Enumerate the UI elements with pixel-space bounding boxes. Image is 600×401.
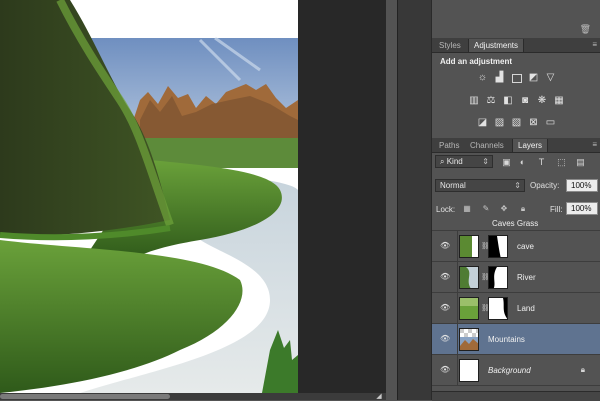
levels-icon[interactable]: ▟ [493, 72, 507, 84]
filter-pixel-icon[interactable]: ▣ [501, 157, 512, 168]
collapsed-panel-strip: 🗑 [432, 0, 600, 39]
filter-shape-icon[interactable]: ⬚ [556, 157, 567, 168]
vibrance-icon[interactable]: ▽ [544, 72, 558, 84]
scroll-arrow-icon[interactable]: ◢ [374, 393, 384, 400]
tab-adjustments[interactable]: Adjustments [468, 39, 525, 52]
gradient-map-icon[interactable]: ▭ [544, 117, 558, 129]
layer-name-river: River [517, 273, 536, 282]
blend-mode-select[interactable]: Normal ⇕ [435, 179, 525, 192]
layer-row-background[interactable]: 👁︎ Background 🔒︎ [432, 355, 600, 386]
filter-kind-select[interactable]: ⌕ Kind ⇕ [435, 155, 493, 168]
eye-icon[interactable]: 👁︎ [440, 365, 450, 375]
panel-dock-gap [397, 0, 431, 400]
layer-name-land: Land [517, 304, 535, 313]
layer-row-cave[interactable]: 👁︎ ⛓ cave [432, 231, 600, 262]
eye-icon[interactable]: 👁︎ [440, 272, 450, 282]
eye-column-divider [457, 293, 458, 324]
land-mask-thumbnail[interactable] [488, 297, 508, 320]
posterize-icon[interactable]: ▨ [493, 117, 507, 129]
curves-icon[interactable] [510, 72, 524, 84]
opacity-input[interactable]: 100% [566, 179, 598, 192]
adjustments-row-3: ◪ ▨ ▧ ⊠ ▭ [432, 117, 600, 129]
blend-mode-value: Normal [440, 181, 466, 190]
layer-name-background: Background [488, 366, 531, 375]
panel-menu-icon[interactable]: ≡ [589, 41, 597, 49]
cave-mask-graphic [489, 236, 507, 257]
lock-icon[interactable]: 🔒︎ [581, 365, 585, 375]
filter-smart-object-icon[interactable]: ▤ [575, 157, 586, 168]
threshold-icon[interactable]: ▧ [510, 117, 524, 129]
adjustments-row-1: ☼ ▟ ◩ ▽ [432, 72, 600, 84]
eye-column-divider [457, 355, 458, 386]
canvas-area[interactable]: ◢ [0, 0, 386, 400]
filter-kind-value: Kind [446, 157, 463, 166]
trash-icon[interactable]: 🗑 [580, 24, 591, 35]
eye-column-divider [457, 231, 458, 262]
cave-thumb-graphic [460, 236, 478, 257]
layer-name-mountains: Mountains [488, 335, 525, 344]
horizontal-scroll-thumb[interactable] [0, 394, 170, 399]
adjustments-row-2: ▥ ⚖ ◧ ◙ ❋ ▦ [432, 95, 600, 107]
tab-styles[interactable]: Styles [434, 39, 466, 52]
layers-tabbar: Paths Channels Layers ≡ [432, 138, 600, 153]
black-white-icon[interactable]: ◧ [501, 95, 515, 107]
tab-layers[interactable]: Layers [512, 139, 549, 152]
adjustments-tabbar: Styles Adjustments ≡ [432, 38, 600, 53]
panels-column: 🗑 Styles Adjustments ≡ Add an adjustment… [431, 0, 600, 401]
tab-paths[interactable]: Paths [434, 139, 464, 152]
filter-adjustment-icon[interactable]: ◐ [517, 157, 528, 168]
layers-menu-icon[interactable]: ≡ [589, 141, 597, 149]
land-mask-graphic [489, 298, 507, 319]
brightness-contrast-icon[interactable]: ☼ [476, 72, 490, 84]
background-thumbnail[interactable] [459, 359, 479, 382]
fill-label: Fill: [550, 205, 563, 214]
layer-row-land[interactable]: 👁︎ ⛓ Land [432, 293, 600, 324]
eye-icon[interactable]: 👁︎ [440, 334, 450, 344]
layer-row-river[interactable]: 👁︎ ⛓ River [432, 262, 600, 293]
color-balance-icon[interactable]: ⚖ [484, 95, 498, 107]
land-thumbnail[interactable] [459, 297, 479, 320]
channel-mixer-icon[interactable]: ❋ [535, 95, 549, 107]
river-thumb-graphic [460, 267, 478, 288]
search-icon: ⌕ [440, 157, 447, 166]
lock-position-icon[interactable]: ✥ [499, 204, 509, 214]
fill-input[interactable]: 100% [566, 202, 598, 215]
cave-mask-thumbnail[interactable] [488, 235, 508, 258]
color-lookup-icon[interactable]: ▦ [552, 95, 566, 107]
layer-group-name: Caves Grass [492, 219, 539, 228]
document-image[interactable] [0, 0, 298, 393]
eye-column-divider [457, 324, 458, 355]
layer-name-cave: cave [517, 242, 534, 251]
lock-transparent-icon[interactable]: ▦ [462, 204, 472, 214]
cave-thumbnail[interactable] [459, 235, 479, 258]
river-mask-thumbnail[interactable] [488, 266, 508, 289]
mountains-thumb-graphic [460, 329, 478, 350]
mountains-thumbnail[interactable] [459, 328, 479, 351]
photo-filter-icon[interactable]: ◙ [518, 95, 532, 107]
exposure-icon[interactable]: ◩ [527, 72, 541, 84]
selective-color-icon[interactable]: ⊠ [527, 117, 541, 129]
hue-saturation-icon[interactable]: ▥ [467, 95, 481, 107]
landscape-artwork [0, 0, 298, 393]
opacity-label: Opacity: [530, 181, 560, 190]
adjustments-title: Add an adjustment [440, 57, 513, 66]
river-thumbnail[interactable] [459, 266, 479, 289]
tab-channels[interactable]: Channels [465, 139, 509, 152]
filter-type-icon[interactable]: T [536, 157, 547, 168]
layer-group-row[interactable]: Caves Grass [432, 217, 600, 231]
horizontal-scrollbar[interactable] [0, 393, 386, 400]
eye-column-divider [457, 262, 458, 293]
river-mask-graphic [489, 267, 507, 288]
land-thumb-graphic [460, 298, 478, 319]
lock-all-icon[interactable]: 🔒︎ [518, 204, 528, 214]
layer-row-mountains[interactable]: 👁︎ Mountains [432, 324, 600, 355]
lock-label: Lock: [436, 205, 456, 214]
invert-icon[interactable]: ◪ [476, 117, 490, 129]
eye-icon[interactable]: 👁︎ [440, 241, 450, 251]
eye-icon[interactable]: 👁︎ [440, 303, 450, 313]
lock-brush-icon[interactable]: ✎ [481, 204, 491, 214]
